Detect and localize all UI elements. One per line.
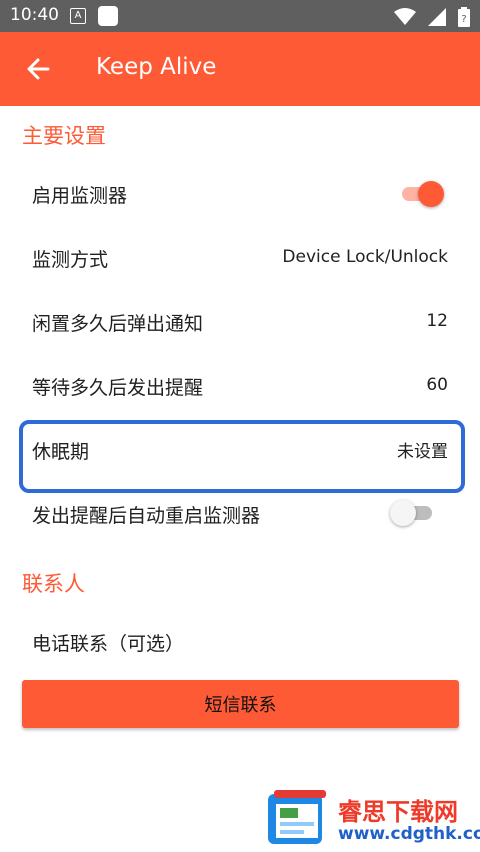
status-icons: ? bbox=[394, 7, 470, 27]
signal-icon bbox=[428, 8, 446, 26]
monitor-method-value: Device Lock/Unlock bbox=[282, 247, 448, 267]
section-title-main-settings: 主要设置 bbox=[22, 124, 106, 148]
arrow-left-icon bbox=[27, 58, 50, 80]
enable-monitor-switch[interactable] bbox=[400, 179, 444, 207]
battery-icon: ? bbox=[458, 7, 470, 27]
switch-thumb bbox=[390, 500, 416, 526]
back-button[interactable] bbox=[20, 50, 58, 88]
enable-monitor-label: 启用监测器 bbox=[32, 185, 128, 207]
idle-notify-label: 闲置多久后弹出通知 bbox=[32, 313, 204, 335]
switch-thumb bbox=[418, 181, 444, 207]
wait-alert-label: 等待多久后发出提醒 bbox=[32, 377, 204, 399]
watermark: 睿思下载网 www.cdgthk.com bbox=[262, 788, 480, 852]
auto-restart-switch[interactable] bbox=[390, 498, 434, 526]
status-time: 10:40 bbox=[10, 5, 59, 25]
watermark-title: 睿思下载网 bbox=[338, 798, 458, 826]
watermark-logo-icon bbox=[268, 790, 326, 844]
watermark-url: www.cdgthk.com bbox=[338, 824, 480, 844]
app-title: Keep Alive bbox=[96, 54, 217, 80]
idle-notify-value: 12 bbox=[426, 311, 448, 331]
wait-alert-value: 60 bbox=[426, 375, 448, 395]
notification-a-icon: A bbox=[70, 8, 86, 24]
svg-text:?: ? bbox=[461, 14, 466, 25]
notification-square-icon bbox=[98, 6, 118, 26]
status-bar: 10:40 A ? bbox=[0, 0, 480, 32]
highlight-box bbox=[19, 420, 465, 493]
auto-restart-label: 发出提醒后自动重启监测器 bbox=[32, 505, 261, 527]
phone-contact-label: 电话联系（可选） bbox=[32, 633, 185, 655]
wifi-icon bbox=[394, 8, 416, 25]
section-title-contacts: 联系人 bbox=[22, 572, 85, 596]
app-bar: Keep Alive bbox=[0, 32, 480, 106]
monitor-method-label: 监测方式 bbox=[32, 249, 109, 271]
sms-contact-button[interactable]: 短信联系 bbox=[22, 680, 459, 728]
